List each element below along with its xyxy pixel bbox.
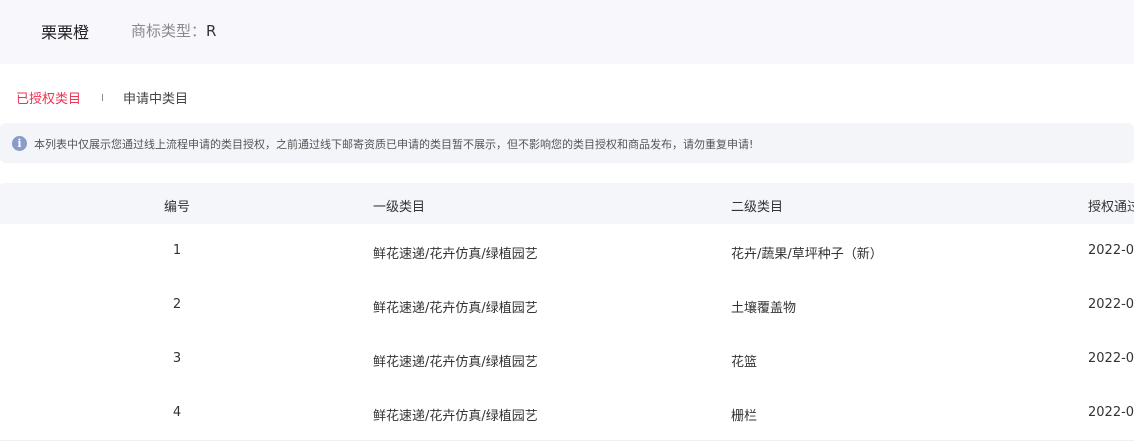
info-icon: i xyxy=(12,136,27,151)
cell-second-category: 土壤覆盖物 xyxy=(731,301,797,316)
table-row: 4 鲜花速递/花卉仿真/绿植园艺 栅栏 2022-0 xyxy=(0,386,1134,441)
column-header-authorized-time: 授权通过 xyxy=(1088,200,1134,215)
table-header: 编号 一级类目 二级类目 授权通过 xyxy=(0,183,1134,224)
cell-first-category: 鲜花速递/花卉仿真/绿植园艺 xyxy=(373,355,538,370)
notice-text: 本列表中仅展示您通过线上流程申请的类目授权，之前通过线下邮寄资质已申请的类目暂不… xyxy=(34,138,754,151)
cell-authorized-time: 2022-0 xyxy=(1088,297,1134,312)
cell-first-category: 鲜花速递/花卉仿真/绿植园艺 xyxy=(373,301,538,316)
tab-divider xyxy=(102,94,103,101)
notice-banner: i 本列表中仅展示您通过线上流程申请的类目授权，之前通过线下邮寄资质已申请的类目… xyxy=(0,123,1134,163)
tab-authorized-categories[interactable]: 已授权类目 xyxy=(16,88,81,107)
cell-number: 4 xyxy=(172,405,182,420)
trademark-type: 商标类型：R xyxy=(131,20,216,41)
column-header-first-category: 一级类目 xyxy=(373,200,426,215)
store-name: 栗栗橙 xyxy=(41,23,90,42)
column-header-second-category: 二级类目 xyxy=(731,200,784,215)
cell-first-category: 鲜花速递/花卉仿真/绿植园艺 xyxy=(373,409,538,424)
cell-number: 2 xyxy=(172,297,182,312)
cell-authorized-time: 2022-0 xyxy=(1088,405,1134,420)
cell-second-category: 栅栏 xyxy=(731,409,758,424)
cell-authorized-time: 2022-0 xyxy=(1088,351,1134,366)
cell-second-category: 花篮 xyxy=(731,355,758,370)
category-authorization-page: 栗栗橙 商标类型：R 已授权类目 申请中类目 i 本列表中仅展示您通过线上流程申… xyxy=(0,0,1134,443)
table-row: 1 鲜花速递/花卉仿真/绿植园艺 花卉/蔬果/草坪种子（新） 2022-0 xyxy=(0,224,1134,279)
trademark-label: 商标类型： xyxy=(131,22,207,40)
cell-first-category: 鲜花速递/花卉仿真/绿植园艺 xyxy=(373,247,538,262)
table-row: 3 鲜花速递/花卉仿真/绿植园艺 花篮 2022-0 xyxy=(0,332,1134,387)
cell-second-category: 花卉/蔬果/草坪种子（新） xyxy=(731,247,883,262)
trademark-value: R xyxy=(206,22,217,40)
tab-applying-categories[interactable]: 申请中类目 xyxy=(123,88,188,107)
cell-number: 3 xyxy=(172,351,182,366)
column-header-number: 编号 xyxy=(163,200,190,215)
store-header: 栗栗橙 商标类型：R xyxy=(0,0,1134,64)
cell-number: 1 xyxy=(172,243,182,258)
cell-authorized-time: 2022-0 xyxy=(1088,243,1134,258)
table-row: 2 鲜花速递/花卉仿真/绿植园艺 土壤覆盖物 2022-0 xyxy=(0,278,1134,333)
